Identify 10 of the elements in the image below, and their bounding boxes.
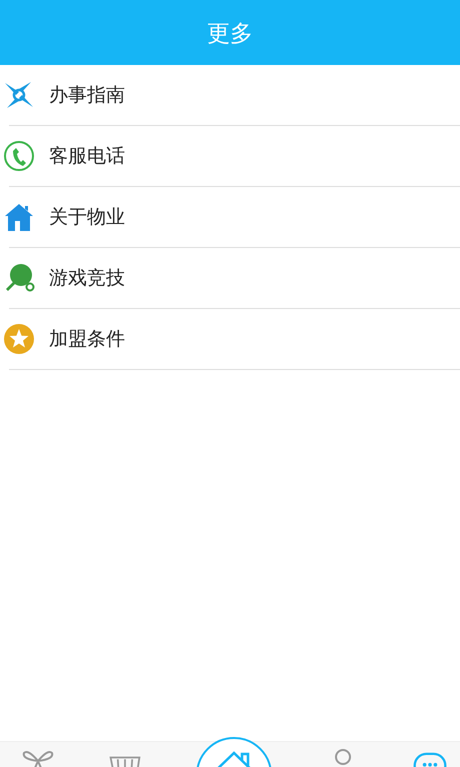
menu-item[interactable]: 游戏竞技 [49, 265, 125, 291]
menu-item[interactable]: 加盟条件 [49, 326, 125, 352]
menu-item[interactable]: 关于物业 [49, 204, 125, 230]
home-icon[interactable] [194, 736, 274, 767]
house-icon [3, 201, 35, 233]
menu-item[interactable]: 办事指南 [49, 82, 125, 108]
menu-item[interactable]: 客服电话 [49, 143, 125, 169]
compass-icon [3, 79, 35, 111]
page-title: 更多 [207, 20, 253, 48]
phone-icon [3, 140, 35, 172]
